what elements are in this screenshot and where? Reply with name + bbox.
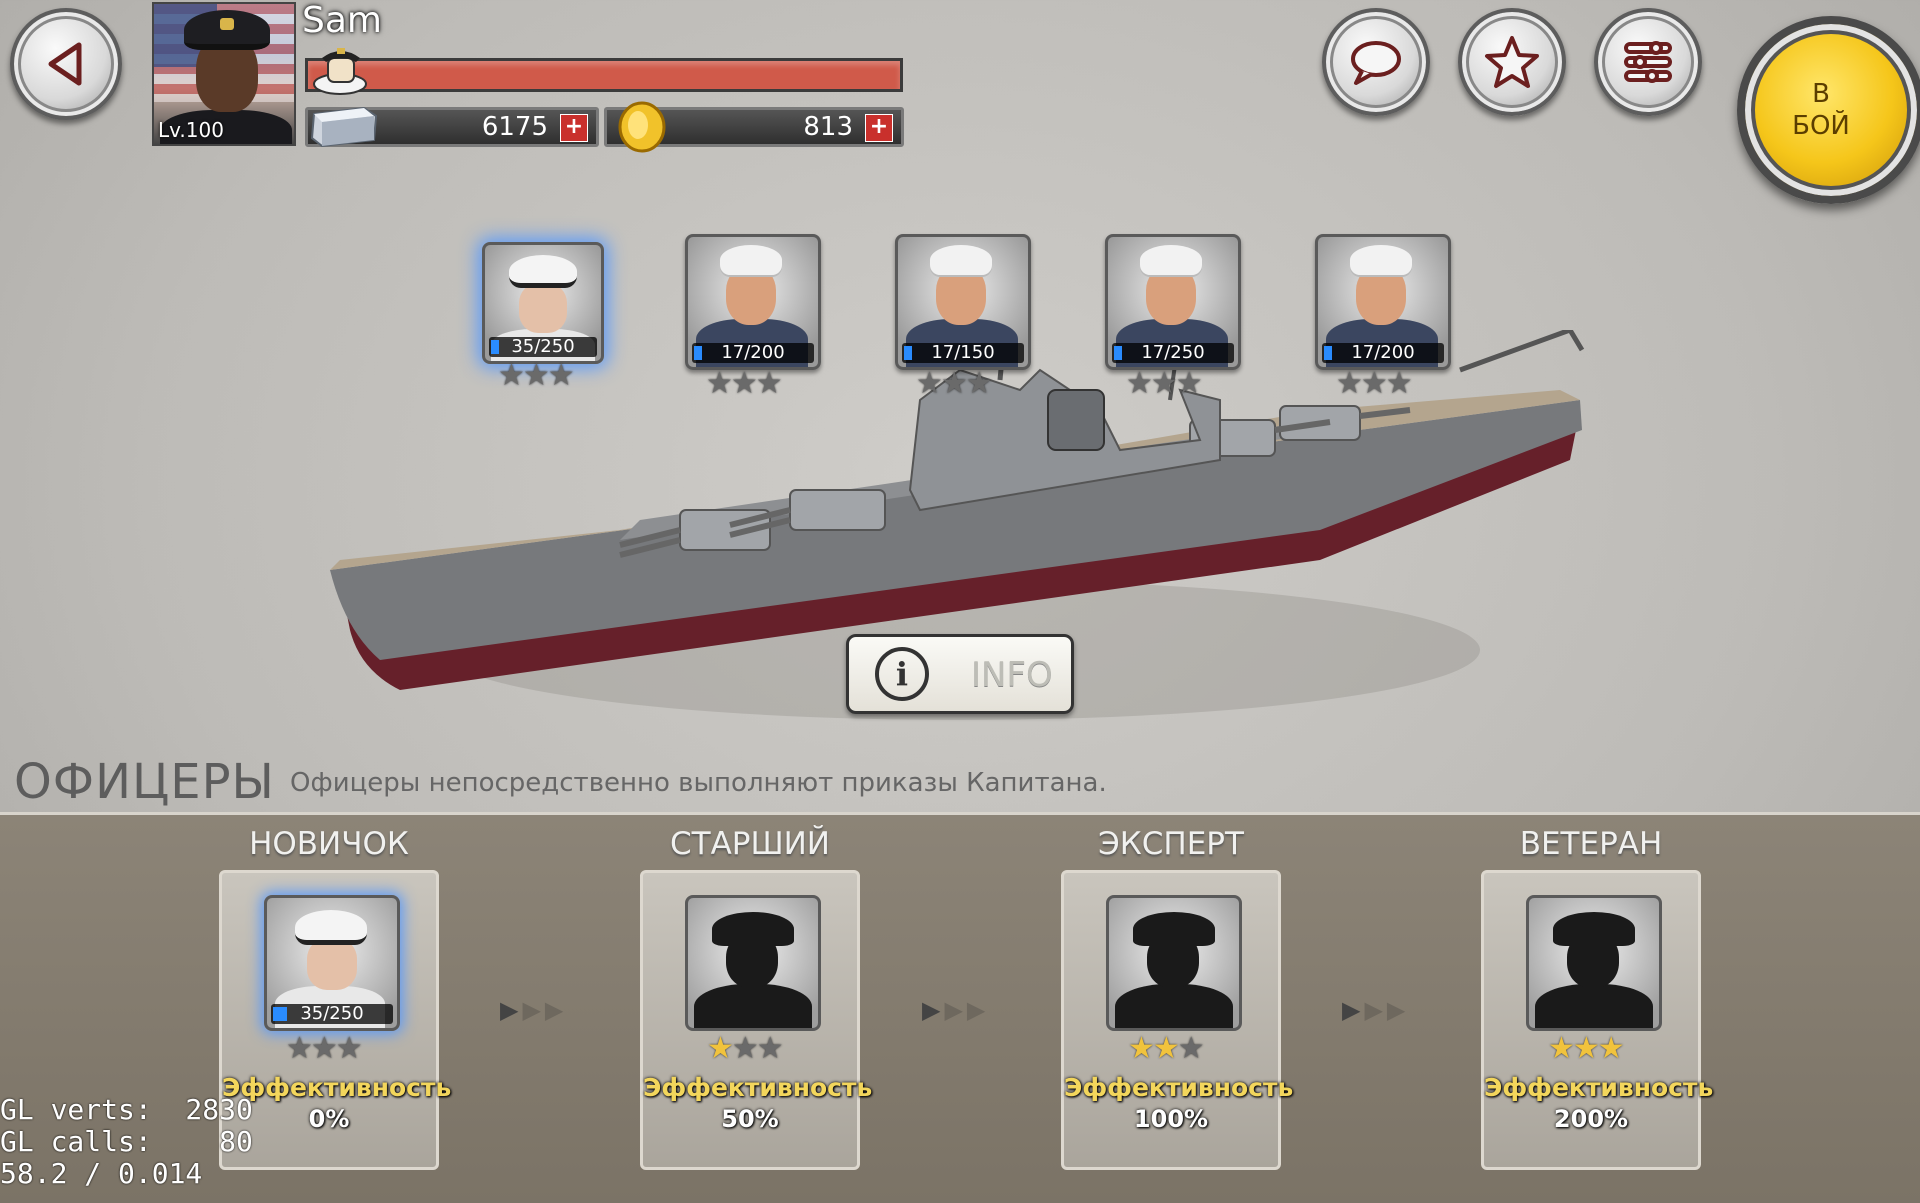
gold-value: 813 (803, 112, 853, 142)
officers-title: ОФИЦЕРЫ (14, 754, 275, 810)
rank-title: СТАРШИЙ (669, 826, 830, 862)
crew-xp-bar: 17/200 (1322, 343, 1444, 363)
rank-progress-arrows: ▶▶▶ (922, 996, 990, 1024)
back-button[interactable] (10, 8, 122, 120)
crew-xp-bar: 17/200 (692, 343, 814, 363)
crew-card-officer[interactable]: 17/250 (1105, 234, 1241, 370)
back-arrow-icon (48, 42, 82, 86)
crew-stars: ★★★ (706, 366, 783, 401)
officers-description: Офицеры непосредственно выполняют приказ… (290, 768, 1107, 798)
buy-gold-button[interactable]: + (865, 114, 893, 142)
rank-title: ЭКСПЕРТ (1098, 826, 1244, 862)
settings-sliders-icon (1624, 41, 1672, 83)
debug-line: GL verts: 2830 (0, 1093, 253, 1126)
chat-icon (1351, 41, 1401, 85)
buy-steel-button[interactable]: + (560, 114, 588, 142)
steel-ingot-icon (310, 106, 378, 148)
efficiency-value: 0% (308, 1105, 350, 1133)
rank-title: НОВИЧОК (249, 826, 409, 862)
efficiency-label: Эффективность (222, 1073, 452, 1102)
crew-xp-bar: 17/150 (902, 343, 1024, 363)
crew-stars: ★★★ (498, 358, 575, 393)
player-name: Sam (302, 0, 382, 41)
crew-card-captain[interactable]: 35/250 (482, 242, 604, 364)
rank-title: ВЕТЕРАН (1519, 826, 1663, 862)
officer-xp-bar: 35/250 (271, 1004, 393, 1024)
rank-stars: ★★★ (1548, 1031, 1625, 1066)
star-icon (1485, 36, 1539, 88)
favorites-button[interactable] (1458, 8, 1566, 116)
officer-silhouette (685, 895, 821, 1031)
crew-stars: ★★★ (1126, 366, 1203, 401)
efficiency-label: Эффективность (1484, 1073, 1714, 1102)
chat-button[interactable] (1322, 8, 1430, 116)
officer-silhouette (1526, 895, 1662, 1031)
crew-xp-bar: 35/250 (489, 337, 597, 357)
battle-button[interactable]: В БОЙ (1737, 16, 1920, 204)
efficiency-label: Эффективность (1064, 1073, 1294, 1102)
debug-line: 58.2 / 0.014 (0, 1157, 203, 1190)
debug-overlay: GL verts: 2830 GL calls: 80 58.2 / 0.014 (0, 1094, 253, 1190)
player-avatar[interactable]: Lv.100 (152, 2, 296, 146)
debug-line: GL calls: 80 (0, 1125, 253, 1158)
rank-card-veteran[interactable]: ★★★ Эффективность 200% (1481, 870, 1714, 1170)
crew-card-officer[interactable]: 17/200 (1315, 234, 1451, 370)
crew-card-officer[interactable]: 17/200 (685, 234, 821, 370)
player-hp-bar (305, 58, 903, 92)
efficiency-label: Эффективность (643, 1073, 873, 1102)
crew-stars: ★★★ (916, 366, 993, 401)
crew-stars: ★★★ (1336, 366, 1413, 401)
rank-stars: ★★★ (1128, 1031, 1205, 1066)
gold-coin-icon (618, 101, 666, 153)
crew-xp-bar: 17/250 (1112, 343, 1234, 363)
info-icon: i (875, 647, 929, 701)
battle-label-line1: В (1812, 79, 1830, 109)
efficiency-value: 100% (1133, 1105, 1209, 1133)
battle-label-line2: БОЙ (1792, 111, 1850, 141)
settings-button[interactable] (1594, 8, 1702, 116)
rank-stars: ★★★ (707, 1031, 784, 1066)
rank-stars: ★★★ (286, 1031, 363, 1066)
player-level: Lv.100 (158, 118, 224, 142)
steel-value: 6175 (481, 112, 548, 142)
efficiency-value: 200% (1553, 1105, 1629, 1133)
officer-portrait: 35/250 (264, 895, 400, 1031)
efficiency-value: 50% (721, 1105, 779, 1133)
rank-progress-arrows: ▶▶▶ (1342, 996, 1410, 1024)
rank-insignia-icon (313, 48, 367, 95)
rank-card-expert[interactable]: ★★★ Эффективность 100% (1061, 870, 1294, 1170)
crew-card-officer[interactable]: 17/150 (895, 234, 1031, 370)
rank-progress-arrows: ▶▶▶ (500, 996, 568, 1024)
rank-card-senior[interactable]: ★★★ Эффективность 50% (640, 870, 873, 1170)
officer-silhouette (1106, 895, 1242, 1031)
info-button[interactable]: i INFO (846, 634, 1074, 714)
info-label: INFO (971, 655, 1053, 695)
